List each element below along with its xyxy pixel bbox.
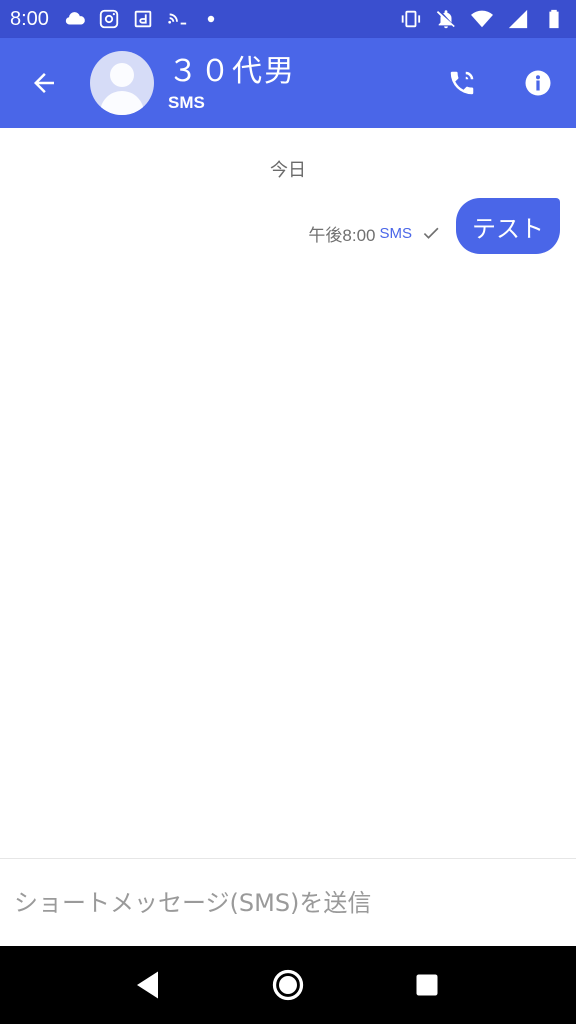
battery-icon — [542, 7, 566, 31]
nav-back-icon — [137, 971, 159, 999]
message-meta: 午後8:00 SMS — [308, 221, 442, 246]
contact-subtitle: SMS — [168, 93, 205, 112]
conversation[interactable]: 今日 午後8:00 SMS テスト — [0, 128, 576, 858]
cloud-icon — [63, 7, 87, 31]
nav-back-button[interactable] — [119, 955, 179, 1015]
message-input[interactable] — [14, 888, 554, 917]
signal-icon — [506, 7, 530, 31]
message-type: SMS — [379, 224, 412, 242]
status-time: 8:00 — [10, 7, 49, 30]
app-actions — [438, 59, 562, 107]
info-button[interactable] — [514, 59, 562, 107]
composer — [0, 858, 576, 946]
app-bar: ３０代男 SMS — [0, 38, 576, 128]
arrow-back-icon — [34, 73, 54, 93]
wifi-icon — [470, 7, 494, 31]
instagram-icon — [97, 7, 121, 31]
message-row: 午後8:00 SMS テスト — [308, 198, 560, 254]
title-block[interactable]: ３０代男 SMS — [168, 53, 296, 113]
mute-bell-icon — [434, 7, 458, 31]
status-right-icons — [398, 7, 566, 31]
call-icon — [450, 71, 474, 95]
vibrate-icon — [398, 7, 422, 31]
back-button[interactable] — [14, 53, 74, 113]
dot-icon — [199, 7, 223, 31]
nfc-on-icon — [165, 7, 189, 31]
screen: 8:00 ３０代男 SMS 今日 午後8:00 SMS テスト ショートメッセー… — [0, 0, 576, 1024]
avatar[interactable] — [90, 51, 154, 115]
docomo-icon — [131, 7, 155, 31]
nav-home-button[interactable] — [258, 955, 318, 1015]
date-divider: 今日 — [270, 160, 306, 181]
avatar-head — [110, 63, 134, 87]
nav-recents-icon — [416, 974, 438, 996]
nav-home-icon — [272, 969, 304, 1001]
contact-name: ３０代男 — [168, 54, 296, 89]
info-icon — [525, 70, 551, 96]
navigation-bar — [0, 946, 576, 1024]
check-icon — [420, 222, 442, 244]
status-left-icons — [63, 7, 223, 31]
status-bar: 8:00 — [0, 0, 576, 38]
nav-recents-button[interactable] — [397, 955, 457, 1015]
message-time: 午後8:00 — [308, 225, 376, 245]
avatar-body — [100, 91, 144, 115]
call-button[interactable] — [438, 59, 486, 107]
message-text: テスト — [472, 214, 544, 243]
message-bubble[interactable]: テスト — [456, 198, 560, 254]
